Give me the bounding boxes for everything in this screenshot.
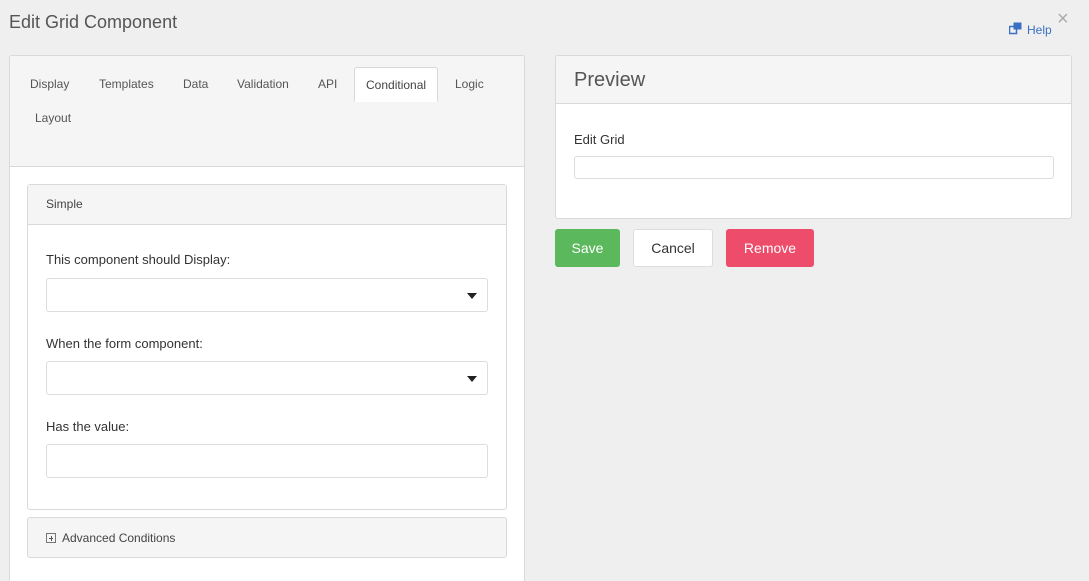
close-icon[interactable]: × (1057, 9, 1069, 29)
save-button[interactable]: Save (555, 229, 620, 267)
tab-data[interactable]: Data (172, 67, 219, 102)
display-label: This component should Display: (46, 252, 231, 267)
tab-api[interactable]: API (307, 67, 348, 102)
tab-bar: Display Templates Data Validation API Co… (10, 56, 524, 167)
caret-down-icon (467, 376, 477, 382)
tab-display[interactable]: Display (19, 67, 80, 102)
preview-header: Preview (556, 56, 1071, 104)
remove-button[interactable]: Remove (726, 229, 814, 267)
tab-conditional[interactable]: Conditional (354, 67, 439, 102)
tab-validation[interactable]: Validation (226, 67, 300, 102)
when-label: When the form component: (46, 336, 203, 351)
preview-field-label: Edit Grid (574, 132, 625, 147)
display-select[interactable] (46, 278, 488, 312)
value-input[interactable] (46, 444, 488, 478)
tab-layout[interactable]: Layout (24, 101, 82, 136)
preview-field-input[interactable] (574, 156, 1054, 179)
cancel-button[interactable]: Cancel (633, 229, 713, 267)
help-label: Help (1027, 23, 1052, 37)
caret-down-icon (467, 293, 477, 299)
simple-header: Simple (28, 185, 506, 225)
plus-square-icon (46, 532, 56, 543)
advanced-conditions-toggle[interactable]: Advanced Conditions (27, 517, 507, 558)
settings-panel: Display Templates Data Validation API Co… (9, 55, 525, 581)
value-label: Has the value: (46, 419, 130, 434)
preview-panel: Preview Edit Grid (555, 55, 1072, 219)
help-link[interactable]: Help (1008, 22, 1052, 38)
tab-templates[interactable]: Templates (88, 67, 165, 102)
advanced-label: Advanced Conditions (62, 530, 176, 545)
when-select[interactable] (46, 361, 488, 395)
simple-conditions-card: Simple This component should Display: Wh… (27, 184, 507, 510)
modal-title: Edit Grid Component (9, 12, 178, 32)
external-link-icon (1008, 22, 1022, 38)
tab-logic[interactable]: Logic (444, 67, 495, 102)
